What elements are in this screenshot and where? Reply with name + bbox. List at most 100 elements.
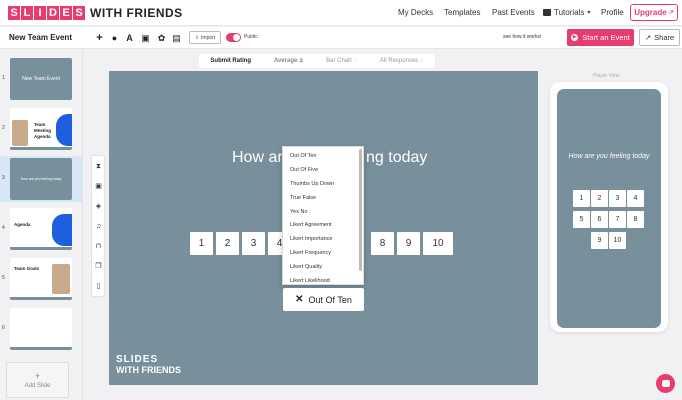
nav-past-events[interactable]: Past Events (492, 8, 535, 17)
text-icon[interactable]: A (124, 32, 135, 44)
paint-bucket-icon[interactable]: ◈ (94, 202, 103, 211)
trash-icon[interactable]: ▯ (94, 282, 103, 291)
add-icon[interactable]: + (94, 32, 105, 44)
print-icon[interactable]: ▤ (171, 32, 182, 44)
arrow-icon: ↗ (668, 10, 674, 16)
hourglass-icon[interactable]: ⧗ (94, 162, 103, 171)
thumb-shape (52, 214, 72, 246)
dropdown-option[interactable]: Likert Likelihood (290, 278, 330, 284)
eye-off-icon: ◌ (419, 58, 424, 64)
slide-logo: SLIDES WITH FRIENDS (116, 354, 181, 375)
rating-option[interactable]: 8 (371, 232, 394, 255)
tab-bar-chart[interactable]: Bar Chart ◌ (326, 58, 357, 64)
event-title[interactable]: New Team Event (9, 33, 72, 42)
slide-thumbnail-6[interactable]: 6 (0, 306, 82, 352)
rating-option[interactable]: 2 (216, 232, 239, 255)
player-question: How are you feeling today (568, 153, 650, 160)
thumb-photo (52, 264, 70, 294)
chat-button[interactable] (656, 374, 675, 393)
slide-thumbnail-1[interactable]: 1 New Team Event (0, 56, 82, 102)
rating-option[interactable]: 3 (242, 232, 265, 255)
image-icon[interactable]: ▣ (140, 32, 151, 44)
player-rating-option[interactable]: 5 (573, 211, 590, 228)
tutorials-icon (543, 9, 551, 16)
player-rating-option[interactable]: 2 (591, 190, 608, 207)
top-nav: SLIDES WITH FRIENDS My Decks Templates P… (0, 0, 682, 26)
player-rating-option[interactable]: 8 (627, 211, 644, 228)
plus-icon: + (34, 371, 41, 381)
slide-sidebar: 1 New Team Event 2 Team Meeting Agenda 3… (0, 50, 83, 400)
logo[interactable]: SLIDES WITH FRIENDS (8, 5, 183, 20)
nav-tutorials[interactable]: Tutorials ▾ (543, 8, 590, 17)
copy-icon[interactable]: ❐ (94, 262, 103, 271)
share-icon: ↗ (644, 33, 652, 42)
rating-scale: 1 2 3 4 (190, 232, 291, 255)
public-toggle[interactable] (226, 33, 241, 42)
nav-templates[interactable]: Templates (444, 8, 480, 17)
start-event-button[interactable]: ▶ Start an Event (567, 29, 634, 46)
dropdown-option[interactable]: Likert Agreement (290, 222, 332, 228)
player-rating-option[interactable]: 4 (627, 190, 644, 207)
slide-thumbnail-4[interactable]: 4 Agenda (0, 206, 82, 252)
dropdown-scrollbar[interactable] (359, 149, 362, 271)
music-icon[interactable]: ♫ (94, 222, 103, 231)
chat-icon (661, 380, 670, 387)
slide-thumbnail-2[interactable]: 2 Team Meeting Agenda (0, 106, 82, 152)
slide-thumbnail-3[interactable]: 3 How are you feeling today (0, 156, 82, 202)
player-rating-option[interactable]: 7 (609, 211, 626, 228)
slide-preview: Team Goals (10, 258, 72, 300)
public-label: Public (244, 34, 258, 40)
slide-tools: ⧗ ▣ ◈ ♫ ⊓ ❐ ▯ (91, 155, 105, 297)
dropdown-option[interactable]: Yes No (290, 209, 308, 215)
import-icon: ⇩ (194, 34, 200, 41)
share-button[interactable]: ↗ Share (639, 29, 680, 46)
dropdown-option[interactable]: Likert Importance (290, 236, 333, 242)
tab-submit-rating[interactable]: Submit Rating (210, 58, 251, 64)
image-icon[interactable]: ▣ (94, 182, 103, 191)
slide-preview (10, 308, 72, 350)
tab-average[interactable]: Average ⧗ (274, 58, 303, 65)
slide-preview: How are you feeling today (10, 158, 72, 200)
play-icon: ▶ (571, 34, 579, 41)
rating-option[interactable]: 1 (190, 232, 213, 255)
player-screen: How are you feeling today 1 2 3 4 5 6 7 … (557, 89, 661, 328)
thumb-photo (12, 120, 28, 146)
player-rating-option[interactable]: 10 (609, 232, 626, 249)
player-view-label: Player View (593, 73, 620, 79)
eye-off-icon: ◌ (353, 58, 358, 64)
dropdown-option[interactable]: Out Of Five (290, 167, 318, 173)
add-slide-button[interactable]: + Add Slide (6, 362, 69, 398)
tab-all-responses[interactable]: All Responses ◌ (380, 58, 424, 64)
rating-scale-right: 8 9 10 (371, 232, 453, 255)
palette-icon[interactable]: ● (109, 32, 120, 44)
slide-preview: New Team Event (10, 58, 72, 100)
close-icon[interactable]: ✕ (295, 294, 303, 305)
slide-preview: Agenda (10, 208, 72, 250)
dropdown-option[interactable]: True False (290, 195, 316, 201)
rating-type-select[interactable]: ✕ Out Of Ten (283, 288, 364, 311)
player-rating-option[interactable]: 3 (609, 190, 626, 207)
see-how-link[interactable]: see how it works! (503, 34, 541, 40)
player-rating-option[interactable]: 9 (591, 232, 608, 249)
import-button[interactable]: ⇩ Import (189, 31, 221, 44)
view-tabs: Submit Rating Average ⧗ Bar Chart ◌ All … (199, 54, 435, 68)
upgrade-button[interactable]: Upgrade ↗ (630, 4, 678, 21)
nav-profile[interactable]: Profile (601, 8, 624, 17)
dropdown-option[interactable]: Thumbs Up Down (290, 181, 334, 187)
slide-thumbnail-5[interactable]: 5 Team Goals (0, 256, 82, 302)
chevron-down-icon: ▾ (587, 10, 591, 16)
rating-option[interactable]: 10 (423, 232, 453, 255)
hourglass-icon: ⧗ (299, 57, 304, 64)
dropdown-option[interactable]: Out Of Ten (290, 153, 317, 159)
logo-friends: WITH FRIENDS (90, 5, 183, 20)
player-rating-option[interactable]: 1 (573, 190, 590, 207)
nav-my-decks[interactable]: My Decks (398, 8, 433, 17)
rating-option[interactable]: 9 (397, 232, 420, 255)
gear-icon[interactable]: ✿ (156, 32, 167, 44)
dropdown-option[interactable]: Likert Quality (290, 264, 322, 270)
slide-preview: Team Meeting Agenda (10, 108, 72, 150)
rating-type-dropdown: Out Of Ten Out Of Five Thumbs Up Down Tr… (282, 146, 364, 285)
dropdown-option[interactable]: Likert Frequency (290, 250, 331, 256)
player-rating-option[interactable]: 6 (591, 211, 608, 228)
lock-icon[interactable]: ⊓ (94, 242, 103, 251)
